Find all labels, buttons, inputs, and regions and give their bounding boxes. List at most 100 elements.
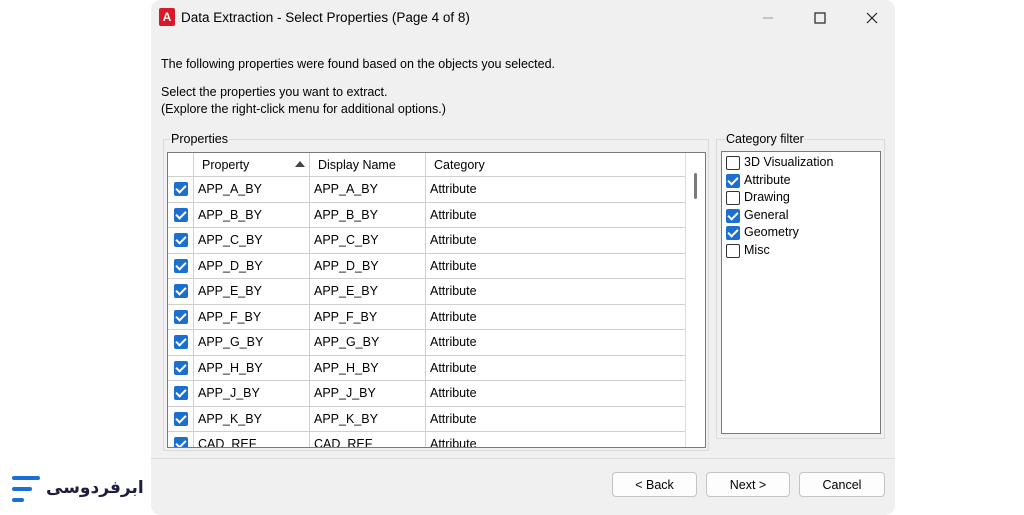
row-checkbox[interactable] xyxy=(174,309,188,324)
row-checkbox-cell[interactable] xyxy=(168,304,194,330)
category-checkbox[interactable] xyxy=(726,208,740,223)
property-cell: APP_H_BY xyxy=(194,355,310,381)
display-name-cell[interactable]: APP_J_BY xyxy=(310,381,426,406)
close-window-button[interactable] xyxy=(849,4,895,32)
row-checkbox-cell[interactable] xyxy=(168,228,194,253)
display-name-cell[interactable]: APP_B_BY xyxy=(310,202,426,228)
cancel-button[interactable]: Cancel xyxy=(799,472,885,497)
table-header: Property Display Name Category xyxy=(168,153,685,177)
watermark-logo-text: ابرفردوسی xyxy=(46,478,144,498)
category-cell: Attribute xyxy=(430,335,477,349)
category-filter-item-label: 3D Visualization xyxy=(744,155,834,169)
sort-ascending-icon xyxy=(295,161,305,167)
properties-group-label: Properties xyxy=(170,132,229,146)
maximize-button[interactable] xyxy=(797,4,843,32)
maximize-icon xyxy=(814,12,826,24)
next-button[interactable]: Next > xyxy=(706,472,790,497)
row-checkbox-cell[interactable] xyxy=(168,253,194,279)
display-name-cell[interactable]: CAD_REF xyxy=(310,432,426,447)
category-filter-list: 3D Visualization Attribute Drawing General G… xyxy=(721,151,881,434)
table-row[interactable]: APP_E_BY APP_E_BY Attribute xyxy=(168,279,685,305)
row-checkbox-cell[interactable] xyxy=(168,330,194,355)
row-checkbox[interactable] xyxy=(174,411,188,426)
data-extraction-dialog: A Data Extraction - Select Properties (P… xyxy=(151,0,895,515)
category-cell: Attribute xyxy=(430,207,477,222)
table-body: APP_A_BY APP_A_BY Attribute APP_B_BY APP_B_B… xyxy=(168,177,685,448)
category-filter-item-label: Misc xyxy=(744,242,770,257)
table-row[interactable]: APP_K_BY APP_K_BY Attribute xyxy=(168,406,685,432)
table-row[interactable]: APP_F_BY APP_F_BY Attribute xyxy=(168,304,685,330)
row-checkbox-cell[interactable] xyxy=(168,381,194,406)
watermark-logo: ابرفردوسی xyxy=(12,474,144,506)
property-cell: APP_G_BY xyxy=(194,330,310,355)
logo-bars-icon xyxy=(12,476,42,504)
row-checkbox[interactable] xyxy=(174,284,188,298)
row-checkbox[interactable] xyxy=(174,335,188,349)
category-cell: Attribute xyxy=(430,411,477,426)
header-checkbox-column[interactable] xyxy=(168,153,194,177)
display-name-cell[interactable]: APP_H_BY xyxy=(310,355,426,381)
display-name-cell[interactable]: APP_K_BY xyxy=(310,406,426,432)
property-cell: APP_K_BY xyxy=(194,406,310,432)
display-name-cell[interactable]: APP_F_BY xyxy=(310,304,426,330)
row-checkbox-cell[interactable] xyxy=(168,177,194,202)
column-header-category[interactable]: Category xyxy=(426,153,685,177)
table-row[interactable]: APP_C_BY APP_C_BY Attribute xyxy=(168,228,685,254)
display-name-cell[interactable]: APP_C_BY xyxy=(310,228,426,253)
category-cell: Attribute xyxy=(430,386,477,400)
row-checkbox-cell[interactable] xyxy=(168,432,194,447)
category-cell: Attribute xyxy=(430,182,477,196)
category-cell: Attribute xyxy=(430,284,477,298)
category-checkbox[interactable] xyxy=(726,191,740,205)
properties-table[interactable]: Property Display Name Category APP_A_BY A… xyxy=(167,152,706,448)
back-button[interactable]: < Back xyxy=(612,472,697,497)
row-checkbox[interactable] xyxy=(174,360,188,375)
row-checkbox-cell[interactable] xyxy=(168,355,194,381)
row-checkbox[interactable] xyxy=(174,386,188,400)
category-filter-item-label: Attribute xyxy=(744,172,791,187)
row-checkbox[interactable] xyxy=(174,437,188,447)
category-checkbox[interactable] xyxy=(726,173,740,188)
table-row[interactable]: APP_A_BY APP_A_BY Attribute xyxy=(168,177,685,203)
category-cell: Attribute xyxy=(430,437,477,448)
minimize-button[interactable] xyxy=(745,4,791,32)
table-row[interactable]: APP_G_BY APP_G_BY Attribute xyxy=(168,330,685,356)
display-name-cell[interactable]: APP_E_BY xyxy=(310,279,426,304)
close-icon xyxy=(866,12,878,24)
display-name-cell[interactable]: APP_G_BY xyxy=(310,330,426,355)
display-name-cell[interactable]: APP_D_BY xyxy=(310,253,426,279)
intro-text-explore: (Explore the right-click menu for additi… xyxy=(161,102,446,116)
scrollbar-thumb[interactable] xyxy=(694,173,697,199)
row-checkbox-cell[interactable] xyxy=(168,279,194,304)
category-cell: Attribute xyxy=(430,360,477,375)
table-vertical-scrollbar[interactable] xyxy=(685,153,705,447)
column-header-property[interactable]: Property xyxy=(194,153,310,177)
property-cell: APP_E_BY xyxy=(194,279,310,304)
category-cell: Attribute xyxy=(430,309,477,324)
row-checkbox[interactable] xyxy=(174,258,188,273)
row-checkbox-cell[interactable] xyxy=(168,406,194,432)
row-checkbox-cell[interactable] xyxy=(168,202,194,228)
property-cell: APP_F_BY xyxy=(194,304,310,330)
row-checkbox[interactable] xyxy=(174,182,188,196)
display-name-cell[interactable]: APP_A_BY xyxy=(310,177,426,202)
column-header-display-name[interactable]: Display Name xyxy=(310,153,426,177)
property-cell: CAD_REF xyxy=(194,432,310,447)
category-checkbox[interactable] xyxy=(726,226,740,240)
table-row[interactable]: APP_J_BY APP_J_BY Attribute xyxy=(168,381,685,407)
category-cell: Attribute xyxy=(430,233,477,247)
table-row[interactable]: CAD_REF CAD_REF Attribute xyxy=(168,432,685,448)
property-cell: APP_J_BY xyxy=(194,381,310,406)
property-cell: APP_D_BY xyxy=(194,253,310,279)
table-row[interactable]: APP_H_BY APP_H_BY Attribute xyxy=(168,355,685,381)
table-row[interactable]: APP_B_BY APP_B_BY Attribute xyxy=(168,202,685,228)
title-bar: A Data Extraction - Select Properties (P… xyxy=(151,0,895,36)
row-checkbox[interactable] xyxy=(174,233,188,247)
row-checkbox[interactable] xyxy=(174,207,188,222)
table-row[interactable]: APP_D_BY APP_D_BY Attribute xyxy=(168,253,685,279)
category-checkbox[interactable] xyxy=(726,156,740,170)
column-header-property-label: Property xyxy=(202,158,250,172)
category-filter-item-label: General xyxy=(744,207,789,222)
category-checkbox[interactable] xyxy=(726,243,740,258)
window-title: Data Extraction - Select Properties (Pag… xyxy=(181,10,470,25)
